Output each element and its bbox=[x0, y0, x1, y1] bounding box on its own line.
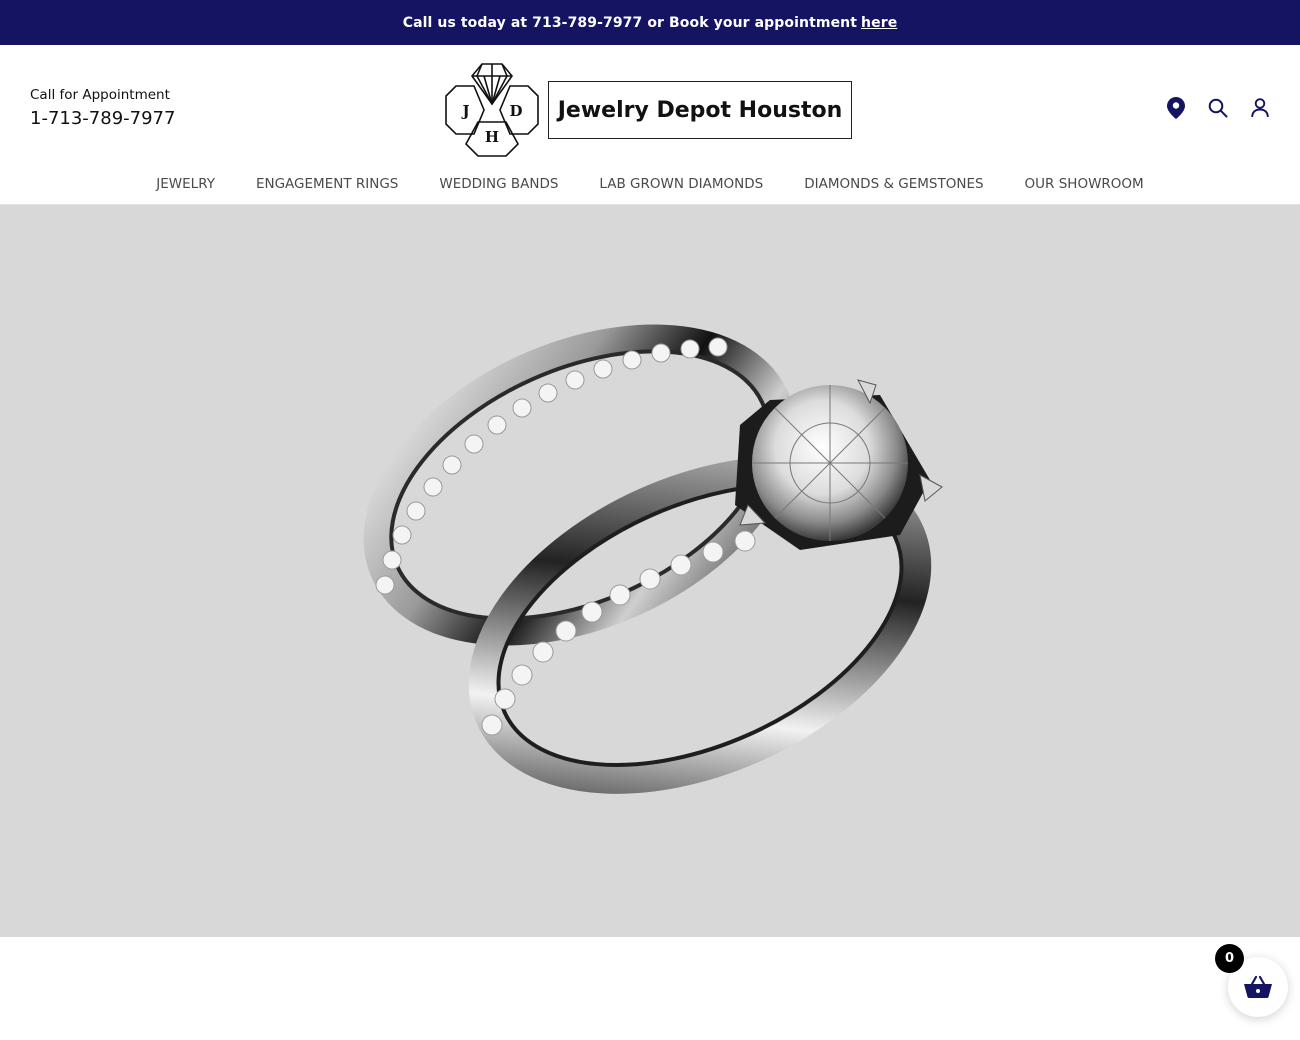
site-logo[interactable]: J D H Jewelry Depot Houston bbox=[444, 62, 854, 158]
book-appointment-link[interactable]: here bbox=[861, 15, 897, 31]
search-icon[interactable] bbox=[1208, 97, 1228, 119]
nav-item-jewelry[interactable]: JEWELRY bbox=[156, 173, 215, 195]
logo-letter-d: D bbox=[509, 102, 522, 120]
logo-letter-j: J bbox=[460, 102, 469, 120]
appointment-phone-link[interactable]: 1-713-789-7977 bbox=[30, 108, 175, 129]
appointment-block: Call for Appointment 1-713-789-7977 bbox=[30, 87, 175, 129]
nav-item-diamonds-gemstones[interactable]: DIAMONDS & GEMSTONES bbox=[804, 173, 983, 195]
cart-count-badge: 0 bbox=[1215, 944, 1244, 973]
nav-item-our-showroom[interactable]: OUR SHOWROOM bbox=[1025, 173, 1144, 195]
user-account-icon[interactable] bbox=[1250, 97, 1270, 119]
logo-letter-h: H bbox=[485, 128, 499, 146]
announcement-text: Call us today at 713-789-7977 or Book yo… bbox=[402, 14, 858, 31]
logo-monogram-icon: J D H bbox=[445, 63, 539, 157]
location-pin-icon[interactable] bbox=[1166, 97, 1186, 119]
ring-set-image bbox=[363, 324, 943, 794]
basket-icon bbox=[1244, 975, 1272, 998]
appointment-label: Call for Appointment bbox=[30, 87, 170, 103]
nav-item-wedding-bands[interactable]: WEDDING BANDS bbox=[439, 173, 558, 195]
main-nav: JEWELRY ENGAGEMENT RINGS WEDDING BANDS L… bbox=[0, 173, 1300, 195]
hero-banner bbox=[0, 205, 1300, 937]
nav-item-lab-grown-diamonds[interactable]: LAB GROWN DIAMONDS bbox=[599, 173, 763, 195]
site-header: Call for Appointment 1-713-789-7977 J D … bbox=[0, 45, 1300, 205]
announcement-bar: Call us today at 713-789-7977 or Book yo… bbox=[0, 0, 1300, 45]
header-icons bbox=[1166, 97, 1270, 119]
logo-wordmark: Jewelry Depot Houston bbox=[548, 81, 852, 139]
nav-item-engagement-rings[interactable]: ENGAGEMENT RINGS bbox=[256, 173, 398, 195]
